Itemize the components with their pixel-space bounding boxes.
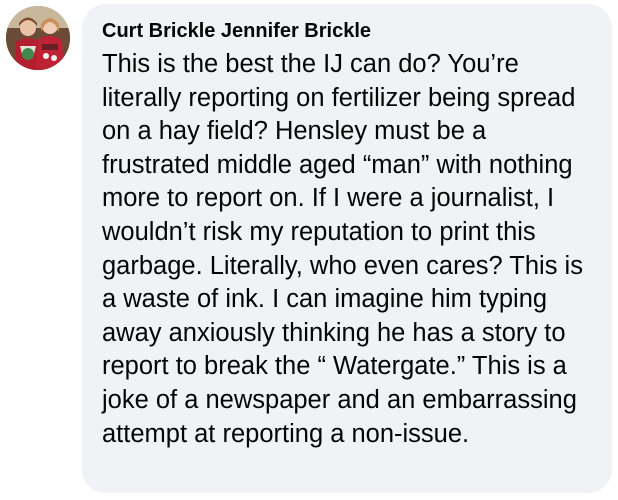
profile-photo-icon: [6, 6, 70, 70]
author-name[interactable]: Curt Brickle Jennifer Brickle: [102, 17, 600, 45]
comment-container: Curt Brickle Jennifer Brickle This is th…: [0, 0, 618, 500]
comment-bubble: Curt Brickle Jennifer Brickle This is th…: [82, 4, 612, 493]
avatar[interactable]: [6, 6, 70, 70]
comment-text: This is the best the IJ can do? You’re l…: [102, 50, 583, 448]
